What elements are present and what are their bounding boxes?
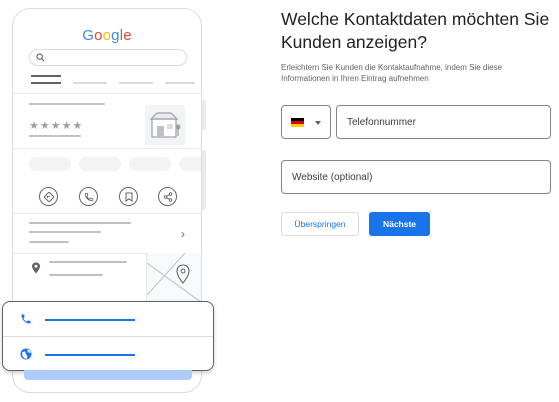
logo-letter: G bbox=[82, 27, 95, 44]
chevron-right-icon: › bbox=[181, 227, 185, 241]
logo-letter: o bbox=[102, 27, 112, 44]
phone-side-button-bottom bbox=[202, 150, 206, 210]
placeholder-line bbox=[49, 261, 127, 263]
store-thumbnail bbox=[145, 105, 185, 145]
location-pin-icon bbox=[32, 262, 40, 274]
logo-letter: o bbox=[94, 27, 103, 44]
globe-icon bbox=[20, 348, 32, 360]
page-title: Welche Kontaktdaten möchten Sie Kunden a… bbox=[281, 9, 550, 52]
placeholder-line bbox=[29, 135, 81, 137]
placeholder-line bbox=[29, 241, 69, 243]
card-website-row bbox=[3, 337, 213, 371]
germany-flag-icon bbox=[291, 118, 304, 127]
mock-tab bbox=[119, 82, 153, 84]
mock-chip bbox=[29, 157, 71, 171]
phone-icon bbox=[84, 192, 93, 201]
dropdown-caret-icon bbox=[315, 121, 321, 125]
mock-chip bbox=[179, 157, 201, 171]
mock-tab-indicator bbox=[31, 82, 61, 84]
mock-search-bar bbox=[29, 49, 187, 66]
mock-chip bbox=[129, 157, 171, 171]
logo-letter: e bbox=[123, 27, 132, 44]
contact-info-highlight-card bbox=[2, 301, 214, 371]
divider bbox=[13, 213, 201, 214]
logo-letter: g bbox=[111, 27, 120, 44]
placeholder-line bbox=[29, 103, 105, 105]
placeholder-line bbox=[29, 222, 131, 224]
page-subtitle: Erleichtern Sie Kunden die Kontaktaufnah… bbox=[281, 63, 503, 83]
highlight-strip bbox=[24, 370, 192, 380]
mock-tab-active bbox=[31, 75, 61, 77]
mock-action-save bbox=[119, 187, 138, 206]
storefront-icon bbox=[149, 112, 181, 138]
phone-icon bbox=[21, 314, 31, 324]
country-code-select[interactable] bbox=[281, 105, 331, 139]
website-field bbox=[281, 160, 551, 194]
rating-stars: ★★★★★ bbox=[29, 120, 84, 132]
share-icon bbox=[163, 191, 172, 202]
mock-action-call bbox=[79, 187, 98, 206]
mock-chip bbox=[79, 157, 121, 171]
bookmark-icon bbox=[125, 192, 132, 202]
skip-button[interactable]: Überspringen bbox=[281, 212, 359, 236]
phone-field bbox=[336, 105, 551, 139]
placeholder-line bbox=[49, 274, 103, 276]
card-phone-row bbox=[3, 302, 213, 336]
mock-tab bbox=[165, 82, 195, 84]
phone-side-button-top bbox=[202, 100, 206, 130]
divider bbox=[13, 93, 201, 94]
next-button[interactable]: Nächste bbox=[369, 212, 430, 236]
card-phone-line bbox=[45, 319, 135, 321]
directions-icon bbox=[43, 191, 54, 202]
search-icon bbox=[36, 53, 45, 62]
website-input[interactable] bbox=[282, 161, 550, 193]
placeholder-line bbox=[29, 231, 101, 233]
google-logo: Google bbox=[13, 27, 201, 44]
phone-number-input[interactable] bbox=[337, 106, 550, 138]
mock-tab bbox=[73, 82, 107, 84]
divider bbox=[13, 148, 201, 149]
mock-action-share bbox=[158, 187, 177, 206]
card-website-line bbox=[45, 354, 135, 356]
mock-action-directions bbox=[39, 187, 58, 206]
